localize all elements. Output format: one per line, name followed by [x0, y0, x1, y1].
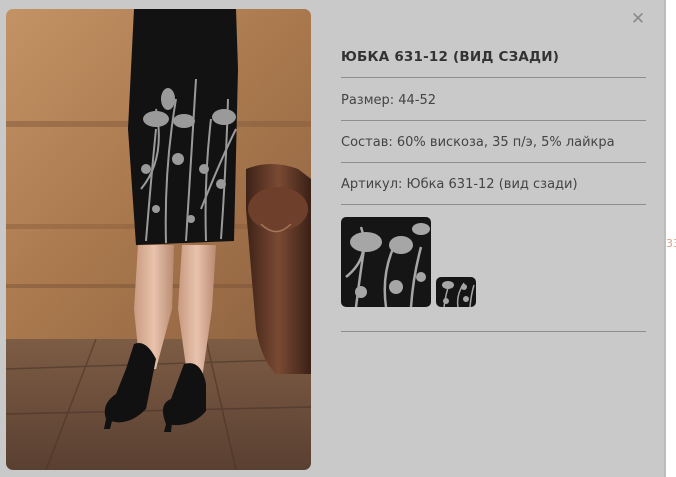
product-article: Артикул: Юбка 631-12 (вид сзади) [341, 177, 578, 192]
product-size: Размер: 44-52 [341, 93, 437, 108]
divider [341, 77, 646, 78]
close-icon[interactable]: ✕ [630, 10, 646, 28]
thumbnail-large[interactable] [341, 217, 431, 307]
product-title: ЮБКА 631-12 (ВИД СЗАДИ) [341, 49, 560, 65]
divider [341, 204, 646, 205]
background-page-text: 33 [666, 237, 676, 250]
product-modal: ✕ ЮБКА 631-12 (ВИД СЗАДИ) Размер: 44-52 … [0, 0, 664, 477]
divider [341, 120, 646, 121]
product-main-photo [6, 9, 311, 470]
thumbnail-small[interactable] [436, 277, 476, 307]
product-composition: Состав: 60% вискоза, 35 п/э, 5% лайкра [341, 135, 615, 150]
divider [341, 162, 646, 163]
divider [341, 331, 646, 332]
